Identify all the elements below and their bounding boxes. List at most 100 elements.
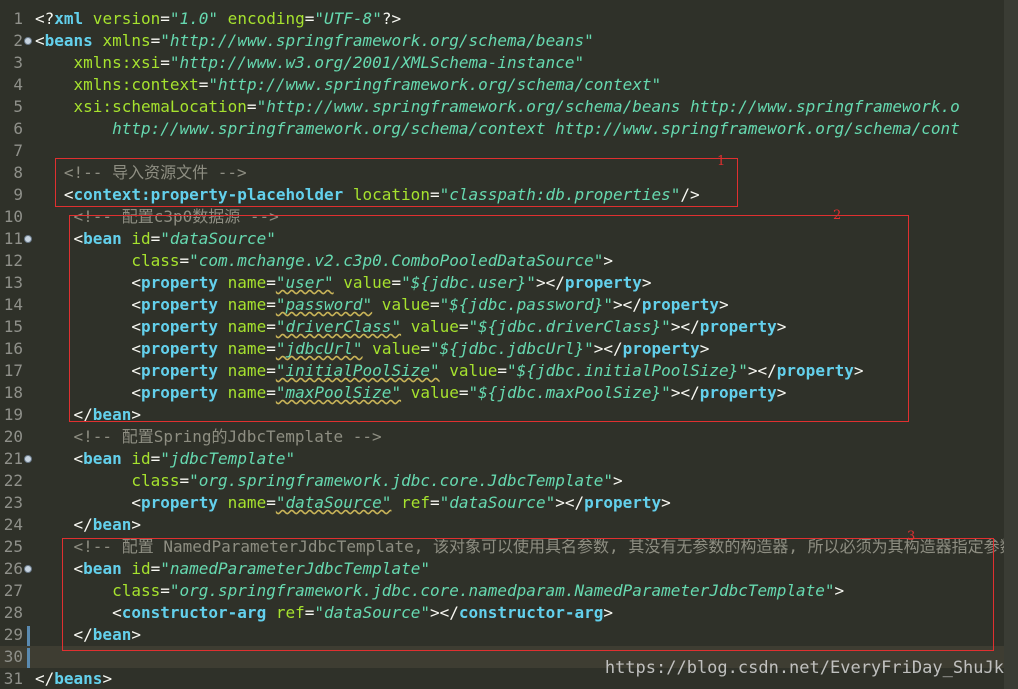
code-token: = (266, 383, 276, 402)
code-text: <property name="maxPoolSize" value="${jd… (35, 382, 786, 404)
code-token: value (333, 273, 392, 292)
code-token: name (218, 273, 267, 292)
code-token: ></ (593, 339, 623, 358)
code-token: "initialPoolSize" (275, 361, 440, 380)
code-token: value (401, 383, 459, 402)
code-text: <!-- 配置Spring的JdbcTemplate --> (35, 426, 382, 448)
code-token: xml (54, 9, 84, 28)
code-token: constructor-arg (458, 603, 604, 622)
code-line[interactable]: 22 class="org.springframework.jdbc.core.… (0, 470, 1004, 492)
code-token: bean (83, 229, 122, 248)
code-line[interactable]: 19 </bean> (0, 404, 1004, 426)
code-line[interactable]: 27 class="org.springframework.jdbc.core.… (0, 580, 1004, 602)
vertical-scrollbar[interactable] (1004, 0, 1018, 689)
annotation-label-3: 3 (907, 529, 916, 544)
code-line[interactable]: 7 (0, 140, 1004, 162)
code-line[interactable]: 3 xmlns:xsi="http://www.w3.org/2001/XMLS… (0, 52, 1004, 74)
code-line[interactable]: 29 </bean> (0, 624, 1004, 646)
code-token: > (131, 625, 141, 644)
code-token: < (35, 603, 122, 622)
code-token: bean (92, 515, 132, 534)
code-token: "${jdbc.user}" (401, 273, 536, 292)
code-line[interactable]: 16 <property name="jdbcUrl" value="${jdb… (0, 338, 1004, 360)
code-line[interactable]: 28 <constructor-arg ref="dataSource"></c… (0, 602, 1004, 624)
code-token: = (429, 185, 440, 204)
code-text: <property name="dataSource" ref="dataSou… (35, 492, 670, 514)
line-number: 3 (13, 53, 23, 72)
code-token: = (160, 9, 170, 28)
code-token: xsi:schemaLocation (35, 97, 247, 116)
code-token: > (853, 361, 864, 380)
annotation-label-2: 2 (833, 208, 842, 223)
code-token: class (35, 471, 180, 490)
code-line[interactable]: 1 <?xml version="1.0" encoding="UTF-8"?> (0, 8, 1004, 30)
code-token: = (160, 53, 170, 72)
code-token: = (179, 471, 190, 490)
fold-toggle-icon[interactable] (24, 37, 32, 45)
code-token: encoding (218, 9, 305, 28)
code-token: "dataSource" (314, 603, 430, 622)
code-line[interactable]: 11 <bean id="dataSource" (0, 228, 1004, 250)
line-number: 13 (3, 273, 23, 292)
code-line[interactable]: 23 <property name="dataSource" ref="data… (0, 492, 1004, 514)
code-text: class="com.mchange.v2.c3p0.ComboPooledDa… (35, 250, 613, 272)
code-text: <bean id="namedParameterJdbcTemplate" (35, 558, 430, 580)
line-number: 17 (3, 361, 23, 380)
code-text: <!-- 配置c3p0数据源 --> (35, 206, 279, 228)
code-token: > (603, 603, 614, 622)
code-text: <!-- 导入资源文件 --> (35, 162, 247, 184)
code-line[interactable]: 10 <!-- 配置c3p0数据源 --> (0, 206, 1004, 228)
code-line[interactable]: 14 <property name="password" value="${jd… (0, 294, 1004, 316)
code-token: beans (54, 669, 103, 688)
line-number: 9 (13, 185, 23, 204)
code-line[interactable]: 17 <property name="initialPoolSize" valu… (0, 360, 1004, 382)
code-token: > (102, 669, 113, 688)
line-number: 10 (3, 207, 23, 226)
code-text: <property name="initialPoolSize" value="… (35, 360, 863, 382)
code-line[interactable]: 8 <!-- 导入资源文件 --> (0, 162, 1004, 184)
code-token: = (160, 581, 170, 600)
code-line[interactable]: 18 <property name="maxPoolSize" value="$… (0, 382, 1004, 404)
code-text: http://www.springframework.org/schema/co… (35, 118, 960, 140)
code-line[interactable]: 15 <property name="driverClass" value="$… (0, 316, 1004, 338)
code-token: value (362, 339, 421, 358)
code-editor[interactable]: 1 <?xml version="1.0" encoding="UTF-8"?> 2… (0, 0, 1018, 689)
code-token: bean (92, 405, 132, 424)
code-token: property (584, 493, 662, 512)
code-line[interactable]: 12 class="com.mchange.v2.c3p0.ComboPoole… (0, 250, 1004, 272)
line-number: 21 (3, 449, 23, 468)
code-token: property (564, 273, 642, 292)
code-token: "http://www.springframework.org/schema/b… (160, 31, 594, 50)
code-line[interactable]: 26 <bean id="namedParameterJdbcTemplate" (0, 558, 1004, 580)
code-line[interactable]: 25 <!-- 配置 NamedParameterJdbcTemplate, 该… (0, 536, 1016, 558)
code-token: "${jdbc.driverClass}" (468, 317, 671, 336)
code-token: = (266, 295, 276, 314)
line-number: 22 (3, 471, 23, 490)
annotation-label-1: 1 (717, 154, 726, 169)
code-line[interactable]: 5 xsi:schemaLocation="http://www.springf… (0, 96, 1004, 118)
code-token: "jdbcUrl" (275, 339, 363, 358)
fold-toggle-icon[interactable] (24, 565, 32, 573)
code-text: <property name="password" value="${jdbc.… (35, 294, 728, 316)
code-text: <!-- 配置 NamedParameterJdbcTemplate, 该对象可… (35, 536, 1016, 558)
code-line[interactable]: 21 <bean id="jdbcTemplate" (0, 448, 1004, 470)
code-line[interactable]: 9 <context:property-placeholder location… (0, 184, 1004, 206)
code-line[interactable]: 2 <beans xmlns="http://www.springframewor… (0, 30, 1004, 52)
fold-toggle-icon[interactable] (24, 455, 32, 463)
line-number: 14 (3, 295, 23, 314)
code-token: bean (92, 625, 132, 644)
code-token: name (218, 361, 267, 380)
code-token: property (622, 339, 700, 358)
code-line[interactable]: 6 http://www.springframework.org/schema/… (0, 118, 1004, 140)
code-line[interactable]: 4 xmlns:context="http://www.springframew… (0, 74, 1004, 96)
fold-toggle-icon[interactable] (24, 235, 32, 243)
code-line[interactable]: 20 <!-- 配置Spring的JdbcTemplate --> (0, 426, 1004, 448)
code-token: > (603, 251, 613, 270)
line-number: 27 (3, 581, 23, 600)
code-token: "org.springframework.jdbc.core.JdbcTempl… (189, 471, 613, 490)
code-token: <!-- 导入资源文件 --> (35, 163, 247, 182)
code-token: = (150, 31, 161, 50)
code-token: ></ (670, 317, 700, 336)
code-line[interactable]: 24 </bean> (0, 514, 1004, 536)
code-line[interactable]: 13 <property name="user" value="${jdbc.u… (0, 272, 1004, 294)
